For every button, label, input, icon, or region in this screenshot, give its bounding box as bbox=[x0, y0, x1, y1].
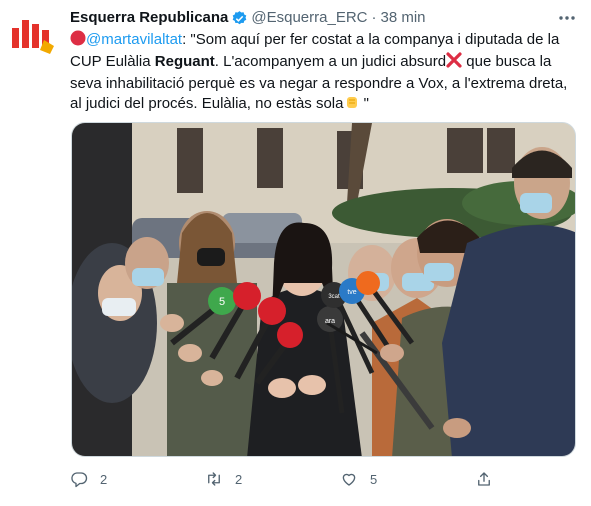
retweet-count: 2 bbox=[235, 471, 243, 487]
author-handle[interactable]: @Esquerra_ERC bbox=[251, 8, 367, 28]
mic-label-5: 5 bbox=[219, 296, 225, 308]
reply-count: 2 bbox=[100, 471, 108, 487]
mention-link[interactable]: @martavilaltat bbox=[86, 31, 182, 48]
more-options-icon[interactable] bbox=[556, 8, 578, 28]
tweet-text: @martavilaltat: "Som aquí per fer costat… bbox=[70, 30, 575, 116]
tweet-media-photo[interactable]: 5 ara tve 3cat bbox=[71, 122, 576, 457]
raised-fist-emoji-icon bbox=[344, 94, 360, 116]
like-button[interactable]: 5 bbox=[340, 470, 377, 488]
mic-label-3cat: 3cat bbox=[328, 294, 340, 300]
share-icon bbox=[478, 472, 490, 486]
verified-badge-icon bbox=[231, 10, 248, 27]
tweet-text-part2: . L'acompanyem a un judici absurd bbox=[214, 53, 447, 70]
tweet-action-bar: 2 2 5 bbox=[70, 470, 490, 494]
mic-label-tve: tve bbox=[347, 289, 356, 296]
header-separator: · bbox=[371, 9, 377, 26]
retweet-button[interactable]: 2 bbox=[205, 470, 242, 488]
tweet: Esquerra Republicana @Esquerra_ERC · 38 … bbox=[0, 0, 591, 506]
cross-mark-emoji-icon bbox=[446, 52, 462, 74]
mic-label-ara: ara bbox=[325, 318, 335, 325]
erc-logo-icon[interactable] bbox=[10, 10, 58, 58]
tweet-timestamp[interactable]: 38 min bbox=[381, 8, 426, 28]
tweet-text-part4: " bbox=[359, 95, 369, 112]
red-circle-emoji-icon bbox=[70, 30, 86, 52]
author-name[interactable]: Esquerra Republicana bbox=[70, 8, 228, 28]
retweet-icon bbox=[208, 472, 220, 486]
reply-button[interactable]: 2 bbox=[70, 470, 107, 488]
like-count: 5 bbox=[370, 471, 378, 487]
share-button[interactable] bbox=[475, 470, 505, 488]
reply-icon bbox=[71, 472, 88, 488]
tweet-header: Esquerra Republicana @Esquerra_ERC · 38 … bbox=[70, 8, 426, 28]
tweet-text-bold: Reguant bbox=[154, 53, 215, 70]
press-scene-illustration: 5 ara tve 3cat bbox=[72, 123, 575, 456]
like-icon bbox=[342, 473, 356, 486]
